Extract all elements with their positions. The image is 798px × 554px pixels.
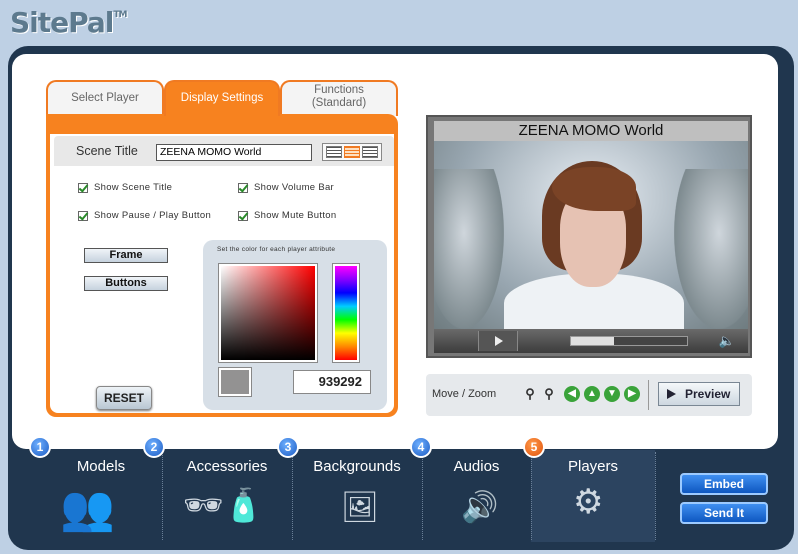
step-2-badge: 2 [143,436,165,458]
models-icon: 👥 [60,484,115,533]
embed-button[interactable]: Embed [680,473,768,495]
checkbox-checked-icon[interactable] [78,182,88,193]
avatar-scene-image [434,141,748,329]
checkbox-checked-icon[interactable] [238,182,248,193]
nav-models[interactable]: Models 👥 [40,450,162,542]
arrow-right-icon[interactable]: ▶ [624,386,640,402]
tab-display-settings[interactable]: Display Settings [164,80,280,116]
step-3-badge: 3 [277,436,299,458]
checkbox-checked-icon[interactable] [238,210,248,221]
arrow-up-icon[interactable]: ▲ [584,386,600,402]
step-1-badge: 1 [29,436,51,458]
buttons-button[interactable]: Buttons [84,276,168,291]
frame-button[interactable]: Frame [84,248,168,263]
send-it-button[interactable]: Send It [680,502,768,524]
backgrounds-icon: 🖼 [341,491,380,524]
color-picker: Set the color for each player attribute … [203,240,387,410]
player-settings-icon: ⚙ [573,483,604,521]
scene-title-input[interactable]: ZEENA MOMO World [156,144,312,161]
speaker-icon: 🔊 [461,491,499,524]
saturation-value-field[interactable] [219,264,317,362]
player-controls: 🔈 [434,329,748,353]
tab-select-player[interactable]: Select Player [46,80,164,116]
display-settings-panel: Scene Title ZEENA MOMO World Show Scene … [46,114,398,417]
reset-button[interactable]: RESET [96,386,152,410]
player-scene-title: ZEENA MOMO World [434,121,748,141]
nav-audios[interactable]: Audios 🔊 [423,450,530,542]
zoom-out-icon[interactable]: ⚲ [541,386,557,402]
checkbox-show-volume-bar[interactable]: Show Volume Bar [238,182,334,193]
hue-slider[interactable] [333,264,359,362]
tab-functions-standard[interactable]: Functions (Standard) [280,80,398,116]
scene-title-bar: Scene Title ZEENA MOMO World [54,136,394,166]
checkbox-checked-icon[interactable] [78,210,88,221]
align-left-icon[interactable] [326,146,342,158]
progress-bar[interactable] [570,336,688,346]
zoom-in-icon[interactable]: ⚲ [522,386,538,402]
arrow-down-icon[interactable]: ▼ [604,386,620,402]
nav-accessories[interactable]: Accessories 🕶🧴 [163,450,291,542]
align-center-icon[interactable] [344,146,360,158]
move-zoom-bar: Move / Zoom ⚲ ⚲ ◀ ▲ ▼ ▶ Preview [426,374,752,416]
play-icon[interactable] [478,331,518,351]
scene-title-label: Scene Title [76,144,138,158]
avatar-face [542,161,642,311]
checkbox-show-pause-play[interactable]: Show Pause / Play Button [78,210,211,221]
color-picker-caption: Set the color for each player attribute [217,246,336,253]
sitepal-logo: SitePalTM [10,6,128,39]
title-alignment-selector [322,143,382,161]
align-right-icon[interactable] [362,146,378,158]
hex-color-input[interactable]: 939292 [293,370,371,394]
step-5-badge: 5 [523,436,545,458]
color-swatch [219,368,251,396]
arrow-left-icon[interactable]: ◀ [564,386,580,402]
nav-players[interactable]: Players ⚙ [531,450,655,542]
volume-icon[interactable]: 🔈 [716,333,738,349]
player-preview: ZEENA MOMO World 🔈 [426,115,752,358]
accessories-icon: 🕶🧴 [183,487,264,523]
move-zoom-label: Move / Zoom [432,388,497,400]
checkbox-show-mute[interactable]: Show Mute Button [238,210,336,221]
step-4-badge: 4 [410,436,432,458]
preview-button[interactable]: Preview [658,382,740,406]
nav-backgrounds[interactable]: Backgrounds 🖼 [293,450,421,542]
checkbox-show-scene-title[interactable]: Show Scene Title [78,182,172,193]
